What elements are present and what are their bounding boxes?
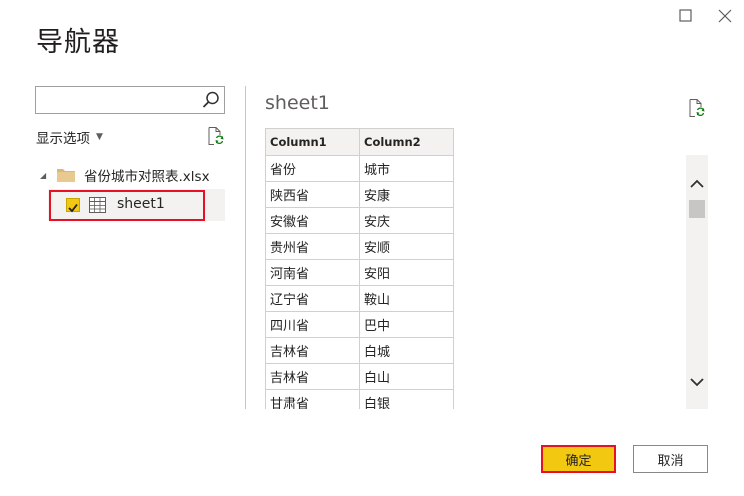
table-cell: 白城 <box>359 337 454 364</box>
table-cell: 安康 <box>359 181 454 208</box>
refresh-icon[interactable] <box>205 126 225 146</box>
table-cell: 巴中 <box>359 311 454 338</box>
column-header: Column1 <box>265 128 360 156</box>
search-icon[interactable] <box>201 90 221 110</box>
maximize-button[interactable] <box>676 6 696 26</box>
display-options-label: 显示选项 <box>36 131 90 147</box>
table-row: 吉林省 白城 <box>265 337 454 364</box>
table-cell: 甘肃省 <box>265 389 360 409</box>
table-row: 省份 城市 <box>265 155 454 182</box>
tree-item-file-label: 省份城市对照表.xlsx <box>84 169 210 185</box>
panel-divider <box>245 86 246 409</box>
sheet1-checkbox[interactable] <box>66 198 80 213</box>
table-row: 安徽省 安庆 <box>265 207 454 234</box>
preview-title: sheet1 <box>265 92 330 114</box>
table-cell: 辽宁省 <box>265 285 360 312</box>
table-cell: 吉林省 <box>265 363 360 390</box>
column-header: Column2 <box>359 128 454 156</box>
tree-item-file[interactable]: ◢ 省份城市对照表.xlsx <box>40 164 228 186</box>
table-cell: 安阳 <box>359 259 454 286</box>
refresh-preview-icon[interactable] <box>686 98 706 118</box>
table-cell: 陕西省 <box>265 181 360 208</box>
search-box <box>35 86 225 114</box>
table-row: 河南省 安阳 <box>265 259 454 286</box>
ok-button[interactable]: 确定 <box>541 445 616 473</box>
table-cell: 安庆 <box>359 207 454 234</box>
table-cell: 四川省 <box>265 311 360 338</box>
table-cell: 白银 <box>359 389 454 409</box>
dialog-title: 导航器 <box>36 27 120 58</box>
table-row: 贵州省 安顺 <box>265 233 454 260</box>
collapse-arrow-icon[interactable]: ◢ <box>40 171 56 180</box>
table-cell: 鞍山 <box>359 285 454 312</box>
close-button[interactable] <box>715 6 735 26</box>
vertical-scrollbar[interactable] <box>686 155 708 409</box>
scroll-down-icon[interactable] <box>688 373 706 391</box>
preview-table-container: Column1 Column2 省份 城市 陕西省 安康 安徽省 安庆 贵州省 安顺 河南省 安阳辽… <box>265 128 455 409</box>
tree-item-sheet1[interactable]: sheet1 <box>48 189 225 221</box>
table-cell: 省份 <box>265 155 360 182</box>
table-header-row: Column1 Column2 <box>265 128 454 156</box>
table-row: 四川省 巴中 <box>265 311 454 338</box>
table-cell: 河南省 <box>265 259 360 286</box>
table-row: 甘肃省 白银 <box>265 389 454 409</box>
table-cell: 吉林省 <box>265 337 360 364</box>
table-cell: 安徽省 <box>265 207 360 234</box>
maximize-icon <box>679 9 692 22</box>
table-cell: 城市 <box>359 155 454 182</box>
preview-table: Column1 Column2 省份 城市 陕西省 安康 安徽省 安庆 贵州省 安顺 河南省 安阳辽… <box>265 128 454 409</box>
scroll-up-icon[interactable] <box>688 175 706 193</box>
scrollbar-thumb[interactable] <box>689 200 705 218</box>
table-cell: 贵州省 <box>265 233 360 260</box>
search-input[interactable] <box>36 87 200 113</box>
display-options-dropdown[interactable]: 显示选项 ▼ <box>36 127 103 147</box>
chevron-down-icon: ▼ <box>96 132 103 142</box>
close-icon <box>718 9 732 23</box>
table-icon <box>89 197 106 213</box>
folder-icon <box>57 169 75 182</box>
table-row: 辽宁省 鞍山 <box>265 285 454 312</box>
table-cell: 白山 <box>359 363 454 390</box>
table-cell: 安顺 <box>359 233 454 260</box>
table-row: 陕西省 安康 <box>265 181 454 208</box>
tree-item-sheet1-label: sheet1 <box>117 196 165 212</box>
cancel-button[interactable]: 取消 <box>633 445 708 473</box>
checkmark-icon <box>68 203 78 213</box>
table-row: 吉林省 白山 <box>265 363 454 390</box>
